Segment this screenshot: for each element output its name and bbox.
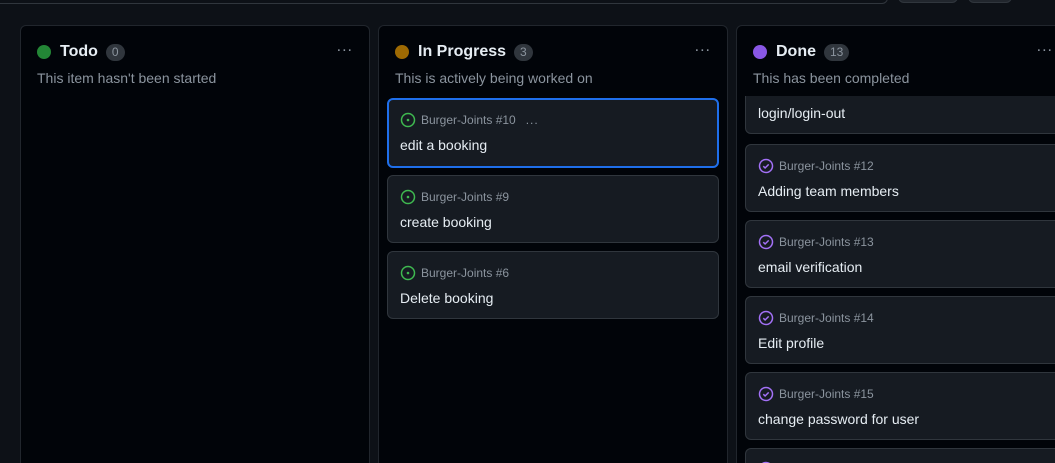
column-todo: Todo 0 ... This item hasn't been started [20, 25, 370, 463]
issue-closed-icon [758, 158, 774, 174]
count-badge: 13 [824, 43, 850, 61]
filter-input[interactable] [0, 0, 888, 4]
column-done: Done 13 ... This has been completed logi… [736, 25, 1055, 463]
issue-ref[interactable]: Burger-Joints #10 [421, 113, 516, 127]
issue-card[interactable]: Burger-Joints #12 Adding team members [745, 144, 1055, 212]
issue-card[interactable]: Burger-Joints #14 Edit profile [745, 296, 1055, 364]
count-badge: 3 [514, 43, 533, 61]
column-in-progress: In Progress 3 ... This is actively being… [378, 25, 728, 463]
issue-title[interactable]: Edit profile [758, 335, 824, 351]
issue-title[interactable]: edit a booking [400, 137, 487, 153]
column-title: Todo [60, 43, 98, 60]
issue-card[interactable]: login/login-out [745, 96, 1055, 134]
issue-title[interactable]: login/login-out [758, 105, 845, 121]
column-title: In Progress [418, 43, 507, 60]
column-menu-button[interactable]: ... [337, 39, 353, 55]
issue-open-icon [400, 265, 416, 281]
column-description: This item hasn't been started [37, 70, 217, 86]
status-dot-icon [37, 45, 51, 59]
issue-card[interactable]: Burger-Joints #10... edit a booking [387, 98, 719, 168]
issue-title[interactable]: Adding team members [758, 183, 899, 199]
status-dot-icon [753, 45, 767, 59]
issue-ref[interactable]: Burger-Joints #15 [779, 387, 874, 401]
issue-ref[interactable]: Burger-Joints #14 [779, 311, 874, 325]
status-dot-icon [395, 45, 409, 59]
issue-ref[interactable]: Burger-Joints #13 [779, 235, 874, 249]
issue-closed-icon [758, 386, 774, 402]
column-description: This is actively being worked on [395, 70, 593, 86]
issue-ref[interactable]: Burger-Joints #9 [421, 190, 509, 204]
issue-card[interactable]: Burger-Joints #13 email verification [745, 220, 1055, 288]
issue-open-icon [400, 112, 416, 128]
issue-title[interactable]: email verification [758, 259, 862, 275]
column-menu-button[interactable]: ... [1037, 39, 1053, 55]
issue-card[interactable]: Burger-Joints #6 Delete booking [387, 251, 719, 319]
count-badge: 0 [105, 43, 125, 61]
issue-closed-icon [758, 234, 774, 250]
issue-open-icon [400, 189, 416, 205]
issue-ref[interactable]: Burger-Joints #12 [779, 159, 874, 173]
issue-title[interactable]: change password for user [758, 411, 919, 427]
issue-card[interactable]: Burger-Joints #15 change password for us… [745, 372, 1055, 440]
column-description: This has been completed [753, 70, 910, 86]
done-card-list[interactable]: login/login-out Burger-Joints #12 Adding… [745, 96, 1055, 463]
column-title: Done [776, 43, 816, 60]
issue-title[interactable]: Delete booking [400, 290, 493, 306]
issue-ref[interactable]: Burger-Joints #6 [421, 266, 509, 280]
toolbar-button[interactable] [968, 0, 1012, 3]
issue-title[interactable]: create booking [400, 214, 492, 230]
issue-card[interactable] [745, 448, 1055, 463]
toolbar-button[interactable] [898, 0, 958, 3]
column-menu-button[interactable]: ... [695, 39, 711, 55]
issue-card[interactable]: Burger-Joints #9 create booking [387, 175, 719, 243]
card-menu-button[interactable]: ... [526, 113, 539, 127]
issue-closed-icon [758, 310, 774, 326]
